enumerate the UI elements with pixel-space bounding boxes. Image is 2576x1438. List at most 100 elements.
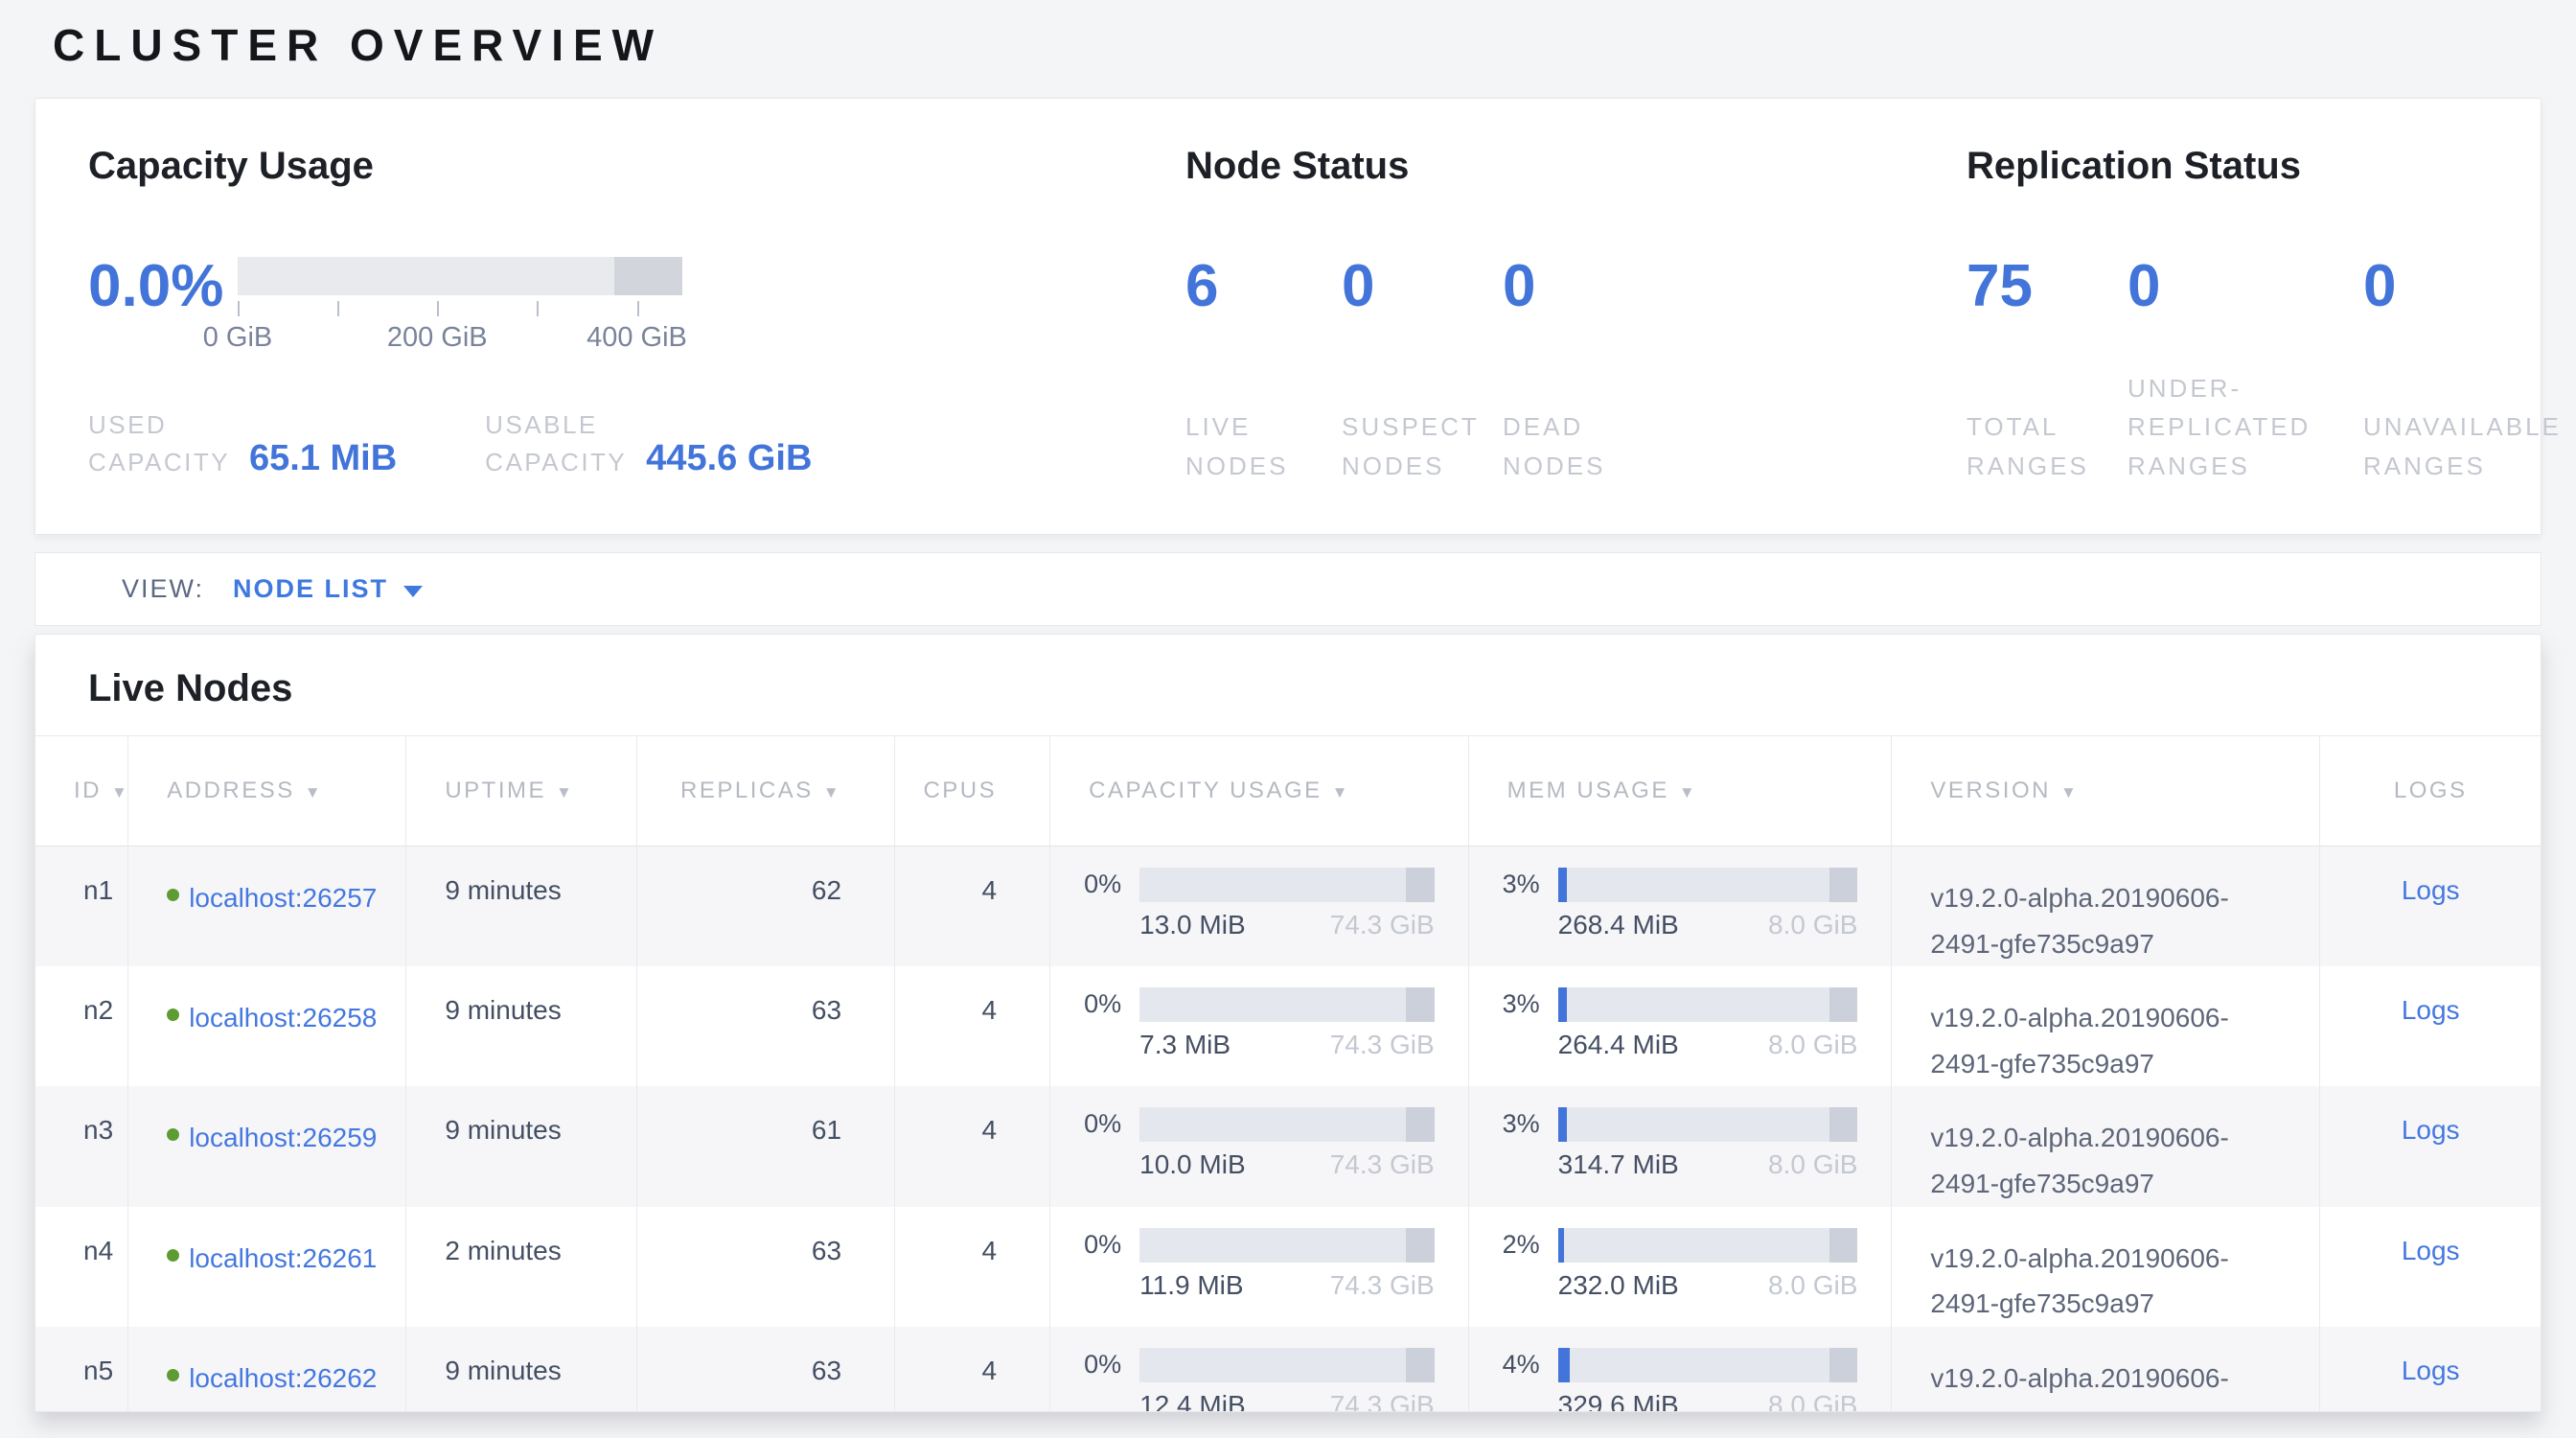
live-nodes-table: ID▼ADDRESS▼UPTIME▼REPLICAS▼ CPUS CAPACITY … [35,735,2541,1412]
axis-tick [337,301,339,316]
node-replicas-cell: 63 [636,966,894,1086]
mem-usage-bar-fill [1558,868,1567,902]
node-cpus-cell: 4 [895,1207,1050,1327]
capacity-gauge-axis: 0 GiB200 GiB400 GiB [238,295,682,353]
node-logs-cell: Logs [2320,1327,2541,1412]
capacity-usage-percent: 0% [1084,1350,1139,1380]
node-version-cell: v19.2.0-alpha.20190606-2491-gfe735c9a97 [1892,1086,2320,1206]
node-replicas-cell: 63 [636,1207,894,1327]
dead-nodes-value: 0 [1503,257,1637,316]
sort-desc-icon: ▼ [111,783,129,801]
capacity-gauge-track [238,257,682,295]
live-nodes-value: 6 [1185,257,1342,316]
mem-usage-bar-reserved-segment [1829,868,1858,902]
capacity-usage-section: Capacity Usage 0.0% 0 GiB200 GiB400 GiB … [88,145,1185,534]
column-header-mem[interactable]: MEM USAGE ▼ [1468,736,1892,847]
total-ranges-value: 75 [1966,257,2128,316]
column-header-version[interactable]: VERSION▼ [1892,736,2320,847]
under-replicated-ranges-label: UNDER-REPLICATED RANGES [2128,369,2353,485]
mem-usage-percent: 3% [1503,1109,1558,1139]
node-version-cell: v19.2.0-alpha.20190606-2491-gfe735c9a97 [1892,1207,2320,1327]
mem-usage-cell: 4%329.6 MiB8.0 GiB [1468,1327,1892,1412]
replication-status-section: Replication Status 75 TOTAL RANGES 0 UND… [1966,145,2576,534]
node-address-link[interactable]: localhost:26258 [189,995,377,1041]
mem-usage-bar-fill [1558,1348,1571,1382]
mem-usage-bar-fill [1558,987,1567,1022]
node-logs-link[interactable]: Logs [2402,995,2460,1025]
used-capacity-label: USED CAPACITY [88,406,234,481]
node-address-cell: localhost:26261 [128,1207,406,1327]
mem-usage-cell: 2%232.0 MiB8.0 GiB [1468,1207,1892,1327]
mem-usage-bar [1558,987,1858,1022]
node-logs-link[interactable]: Logs [2402,1356,2460,1385]
node-live-status-icon [167,1009,179,1021]
mem-usage-percent: 3% [1503,870,1558,899]
node-id-cell: n2 [35,966,128,1086]
axis-tick-label: 400 GiB [586,322,687,354]
column-header-replicas[interactable]: REPLICAS▼ [636,736,894,847]
axis-tick-label: 200 GiB [387,322,488,354]
node-id-cell: n5 [35,1327,128,1412]
under-replicated-ranges-stat: 0 UNDER-REPLICATED RANGES [2128,257,2363,485]
mem-used-value: 232.0 MiB [1558,1270,1679,1301]
node-address-link[interactable]: localhost:26259 [189,1115,377,1161]
node-cpus-cell: 4 [895,847,1050,967]
capacity-max-value: 74.3 GiB [1330,1270,1435,1301]
table-header-row: ID▼ADDRESS▼UPTIME▼REPLICAS▼ CPUS CAPACITY … [35,736,2541,847]
capacity-usage-cell: 0%12.4 MiB74.3 GiB [1050,1327,1469,1412]
usable-capacity-label: USABLE CAPACITY [485,406,631,481]
node-logs-cell: Logs [2320,847,2541,967]
mem-usage-bar [1558,1107,1858,1142]
suspect-nodes-stat: 0 SUSPECT NODES [1342,257,1503,485]
column-header-capacity[interactable]: CAPACITY USAGE▼ [1050,736,1469,847]
node-id-cell: n4 [35,1207,128,1327]
capacity-usage-bar [1139,1107,1435,1142]
node-id-cell: n1 [35,847,128,967]
capacity-gauge-reserved-segment [614,257,682,295]
column-header-address[interactable]: ADDRESS▼ [128,736,406,847]
column-header-label: LOGS [2394,777,2468,803]
mem-max-value: 8.0 GiB [1768,1149,1857,1180]
mem-usage-bar-reserved-segment [1829,987,1858,1022]
unavailable-ranges-value: 0 [2363,257,2576,316]
column-header-label: MEM USAGE [1507,777,1669,803]
column-header-label: VERSION [1930,777,2051,803]
table-row: n4localhost:262612 minutes6340%11.9 MiB7… [35,1207,2541,1327]
column-header-logs: LOGS [2320,736,2541,847]
capacity-usage-cell: 0%7.3 MiB74.3 GiB [1050,966,1469,1086]
mem-usage-bar-reserved-segment [1829,1107,1858,1142]
sort-desc-icon: ▼ [1679,783,1697,801]
node-logs-link[interactable]: Logs [2402,1236,2460,1265]
total-ranges-label: TOTAL RANGES [1966,407,2101,485]
table-row: n2localhost:262589 minutes6340%7.3 MiB74… [35,966,2541,1086]
node-logs-link[interactable]: Logs [2402,875,2460,905]
mem-usage-bar [1558,868,1858,902]
dead-nodes-label: DEAD NODES [1503,407,1637,485]
mem-max-value: 8.0 GiB [1768,1030,1857,1060]
capacity-usage-percent: 0% [1084,989,1139,1019]
live-nodes-label: LIVE NODES [1185,407,1329,485]
column-header-id[interactable]: ID▼ [35,736,128,847]
table-row: n5localhost:262629 minutes6340%12.4 MiB7… [35,1327,2541,1412]
suspect-nodes-label: SUSPECT NODES [1342,407,1495,485]
node-address-link[interactable]: localhost:26262 [189,1356,377,1402]
node-address-link[interactable]: localhost:26257 [189,875,377,921]
capacity-gauge-chart: 0 GiB200 GiB400 GiB [238,257,682,353]
used-capacity-stat: USED CAPACITY 65.1 MiB [88,406,397,481]
sort-desc-icon: ▼ [823,783,841,801]
node-version-cell: v19.2.0-alpha.20190606-2491-gfe735c9a97 [1892,1327,2320,1412]
node-address-link[interactable]: localhost:26261 [189,1236,377,1282]
node-logs-link[interactable]: Logs [2402,1115,2460,1145]
node-address-cell: localhost:26259 [128,1086,406,1206]
node-status-stats: 6 LIVE NODES 0 SUSPECT NODES 0 DEAD NODE… [1185,257,1966,485]
view-selector-dropdown[interactable]: NODE LIST [233,574,423,604]
node-status-title: Node Status [1185,145,1966,188]
mem-usage-bar [1558,1228,1858,1263]
mem-usage-cell: 3%268.4 MiB8.0 GiB [1468,847,1892,967]
column-header-label: CPUS [923,777,997,803]
capacity-usage-bar-reserved-segment [1406,868,1434,902]
capacity-usage-bar [1139,1348,1435,1382]
axis-tick-label: 0 GiB [203,322,273,354]
node-replicas-cell: 61 [636,1086,894,1206]
column-header-uptime[interactable]: UPTIME▼ [406,736,636,847]
